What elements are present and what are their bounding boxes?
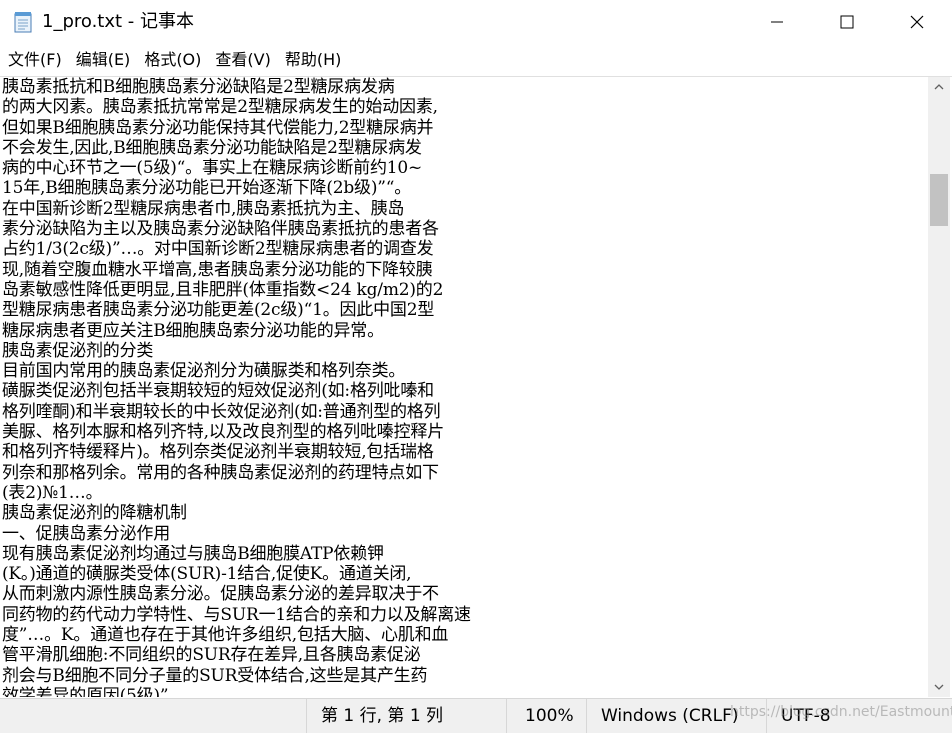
menu-edit[interactable]: 编辑(E) <box>70 44 137 76</box>
scroll-thumb[interactable] <box>930 174 948 226</box>
vertical-scrollbar[interactable] <box>928 77 950 697</box>
minimize-button[interactable] <box>742 0 812 44</box>
status-bar: 第 1 行, 第 1 列 100% Windows (CRLF) UTF-8 <box>0 698 952 733</box>
text-line: 胰岛素抵抗和B细胞胰岛素分泌缺陷是2型糖尿病发病 <box>2 77 395 97</box>
text-line: 格列喹酮)和半衰期较长的中长效促泌剂(如:普通剂型的格列 <box>2 401 441 422</box>
text-line: 从而刺激内源性胰岛素分泌。促胰岛素分泌的差异取决于不 <box>2 584 439 605</box>
text-line: 列奈和那格列余。常用的各种胰岛素促泌剂的药理特点如下 <box>2 462 439 483</box>
text-editor[interactable]: 胰岛素抵抗和B细胞胰岛素分泌缺陷是2型糖尿病发病 的两大冈素。胰岛素抵抗常常是2… <box>0 77 928 697</box>
text-line: 不会发生,因此,B细胞胰岛素分泌功能缺陷是2型糖尿病发 <box>2 137 422 158</box>
text-line: 剂会与B细胞不同分子量的SUR受体结合,这些是其产生药 <box>2 665 428 686</box>
text-line: 岛素敏感性降低更明显,且非肥胖(体重指数<24 kg/m2)的2 <box>2 279 444 300</box>
menu-help[interactable]: 帮助(H) <box>279 44 348 76</box>
text-line: 现有胰岛素促泌剂均通过与胰岛B细胞膜ATP依赖钾 <box>2 543 384 564</box>
text-line: 在中国新诊断2型糖尿病患者巾,胰岛素抵抗为主、胰岛 <box>2 198 405 219</box>
menu-bar: 文件(F) 编辑(E) 格式(O) 查看(V) 帮助(H) <box>0 44 952 76</box>
scroll-up-arrow-icon <box>934 84 944 90</box>
menu-format[interactable]: 格式(O) <box>138 44 207 76</box>
encoding: UTF-8 <box>766 699 952 733</box>
text-line: 效学差异的原因(5级)”…。 <box>2 685 202 697</box>
text-line: 胰岛素促泌剂的分类 <box>2 340 154 361</box>
zoom-level: 100% <box>506 699 586 733</box>
menu-view[interactable]: 查看(V) <box>209 44 276 76</box>
minimize-icon <box>771 21 783 23</box>
text-line: 病的中心环节之一(5级)“。事实上在糖尿病诊断前约10~ <box>2 158 423 179</box>
cursor-position: 第 1 行, 第 1 列 <box>306 699 506 733</box>
close-button[interactable] <box>882 0 952 44</box>
text-line: 美脲、格列本脲和格列齐特,以及改良剂型的格列吡嗪控释片 <box>2 422 445 443</box>
text-line: 同药物的药代动力学特性、与SUR一1结合的亲和力以及解离速 <box>2 604 471 625</box>
window-title: 1_pro.txt - 记事本 <box>42 11 195 32</box>
close-icon <box>910 15 924 29</box>
text-line: 管平滑肌细胞:不同组织的SUR存在差异,且各胰岛素促泌 <box>2 645 421 666</box>
text-line: 现,随着空腹血糖水平增高,患者胰岛素分泌功能的下降较胰 <box>2 259 433 280</box>
text-line: (K。)通道的磺脲类受体(SUR)-1结合,促使K。通道关闭, <box>2 564 412 585</box>
text-line: 占约1/3(2c级)”…。对中国新诊断2型糖尿病患者的调查发 <box>2 239 434 260</box>
text-line: 素分泌缺陷为主以及胰岛素分泌缺陷伴胰岛素抵抗的患者各 <box>2 219 439 240</box>
text-line: 15年,B细胞胰岛素分泌功能已开始逐渐下降(2b级)”“。 <box>2 178 412 199</box>
text-line: 但如果B细胞胰岛素分泌功能保持其代偿能力,2型糖尿病并 <box>2 117 434 138</box>
scroll-up-button[interactable] <box>928 77 950 97</box>
line-ending: Windows (CRLF) <box>586 699 766 733</box>
maximize-icon <box>840 15 854 29</box>
text-line: 目前国内常用的胰岛素促泌剂分为磺脲类和格列奈类。 <box>2 361 406 382</box>
text-line: 糖尿病患者更应关注B细胞胰岛索分泌功能的异常。 <box>2 320 384 341</box>
title-bar: 1_pro.txt - 记事本 <box>0 0 952 44</box>
text-line: 磺脲类促泌剂包括半衰期较短的短效促泌剂(如:格列吡嗪和 <box>2 381 434 402</box>
scroll-down-arrow-icon <box>934 684 944 690</box>
text-line: 和格列齐特缓释片)。格列奈类促泌剂半衰期较短,包括瑞格 <box>2 442 434 463</box>
text-line: 型糖尿病患者胰岛素分泌功能更差(2c级)“1。因此中国2型 <box>2 300 435 321</box>
text-line: (表2)№1…。 <box>2 482 103 503</box>
text-line: 度”…。K。通道也存在于其他许多组织,包括大脑、心肌和血 <box>2 625 449 646</box>
text-line: 的两大冈素。胰岛素抵抗常常是2型糖尿病发生的始动因素, <box>2 97 438 118</box>
menu-file[interactable]: 文件(F) <box>2 44 68 76</box>
scroll-down-button[interactable] <box>928 677 950 697</box>
notepad-icon <box>14 12 32 33</box>
editor-area: 胰岛素抵抗和B细胞胰岛素分泌缺陷是2型糖尿病发病 的两大冈素。胰岛素抵抗常常是2… <box>0 76 952 698</box>
text-line: 胰岛素促泌剂的降糖机制 <box>2 503 187 524</box>
maximize-button[interactable] <box>812 0 882 44</box>
text-line: 一、促胰岛素分泌作用 <box>2 523 170 544</box>
